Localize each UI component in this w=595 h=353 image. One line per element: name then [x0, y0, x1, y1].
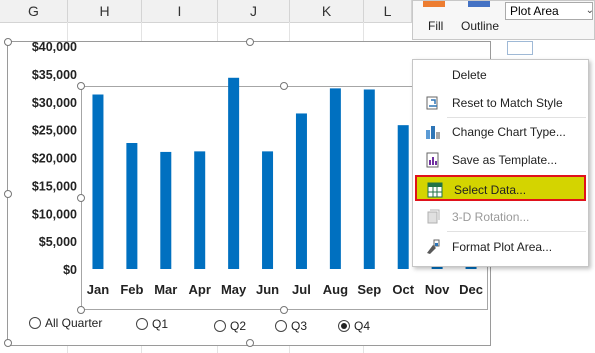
menu-item-label: Reset to Match Style	[452, 96, 563, 110]
radio-q2[interactable]: Q2	[214, 319, 246, 333]
menu-item-label: Format Plot Area...	[452, 240, 553, 254]
resize-handle[interactable]	[4, 190, 12, 198]
menu-item-format-plot-area[interactable]: Format Plot Area...	[415, 234, 586, 260]
menu-item-3d-rotation: 3-D Rotation...	[415, 204, 586, 230]
resize-handle[interactable]	[246, 339, 254, 347]
x-tick-label: Apr	[189, 282, 211, 297]
y-tick-label: $40,000	[32, 42, 77, 54]
context-menu: Delete Reset to Match Style Change Chart…	[412, 59, 589, 267]
reset-style-icon	[426, 96, 438, 110]
menu-separator	[447, 117, 586, 118]
radio-q4[interactable]: Q4	[338, 319, 370, 333]
menu-item-reset-style[interactable]: Reset to Match Style	[415, 90, 586, 116]
column-header-k[interactable]: K	[290, 0, 364, 22]
x-tick-label: Dec	[459, 282, 483, 297]
bar[interactable]	[329, 88, 341, 269]
y-tick-label: $30,000	[32, 96, 77, 110]
x-tick-label: Jun	[256, 282, 279, 297]
menu-item-change-chart-type[interactable]: Change Chart Type...	[415, 119, 586, 145]
column-header-h[interactable]: H	[68, 0, 142, 22]
radio-all-quarter[interactable]: All Quarter	[29, 316, 102, 330]
select-data-icon	[427, 182, 443, 198]
plot-handle[interactable]	[280, 306, 288, 314]
radio-button[interactable]	[136, 318, 148, 330]
radio-button-selected[interactable]	[338, 320, 350, 332]
chart-type-icon	[426, 126, 440, 139]
y-tick-label: $20,000	[32, 152, 77, 166]
chart-element-selector[interactable]: Plot Area ⌄	[505, 2, 594, 20]
plot-handle[interactable]	[77, 306, 85, 314]
column-header-g[interactable]: G	[0, 0, 68, 22]
chevron-down-icon[interactable]: ⌄	[586, 2, 594, 19]
column-header-i[interactable]: I	[142, 0, 218, 22]
menu-item-save-template[interactable]: Save as Template...	[415, 147, 586, 173]
x-tick-label: Sep	[357, 282, 381, 297]
resize-handle[interactable]	[246, 38, 254, 46]
menu-item-label: Save as Template...	[452, 153, 558, 167]
column-header-l[interactable]: L	[364, 0, 412, 22]
resize-handle[interactable]	[4, 339, 12, 347]
radio-button[interactable]	[29, 317, 41, 329]
format-ribbon: Fill Outline Plot Area ⌄	[412, 0, 595, 40]
x-tick-label: Oct	[392, 282, 414, 297]
menu-item-select-data[interactable]: Select Data...	[415, 175, 586, 201]
bar[interactable]	[262, 151, 274, 269]
fill-button[interactable]: Fill	[428, 19, 443, 33]
save-template-icon	[426, 152, 439, 168]
bar[interactable]	[363, 89, 375, 269]
y-tick-label: $0	[63, 263, 77, 277]
x-tick-label: Feb	[120, 282, 143, 297]
x-tick-label: Aug	[323, 282, 348, 297]
chart-elements-button[interactable]	[507, 41, 533, 55]
y-tick-label: $5,000	[39, 235, 77, 249]
y-tick-label: $15,000	[32, 179, 77, 193]
outline-button[interactable]: Outline	[461, 19, 499, 33]
menu-separator	[447, 231, 586, 232]
chart-element-value: Plot Area	[510, 4, 559, 18]
bar[interactable]	[397, 125, 409, 269]
resize-handle[interactable]	[4, 38, 12, 46]
menu-item-delete[interactable]: Delete	[415, 62, 586, 88]
bar[interactable]	[194, 151, 206, 269]
plot-handle[interactable]	[77, 194, 85, 202]
radio-button[interactable]	[275, 320, 287, 332]
bar[interactable]	[295, 113, 307, 270]
radio-q1[interactable]: Q1	[136, 317, 168, 331]
radio-label: Q4	[354, 319, 371, 333]
x-tick-label: Jan	[87, 282, 109, 297]
format-plot-area-icon	[427, 239, 440, 254]
shape-outline-icon[interactable]	[468, 1, 490, 7]
menu-item-label: Select Data...	[454, 183, 527, 197]
shape-fill-icon[interactable]	[423, 1, 445, 7]
column-header-j[interactable]: J	[218, 0, 290, 22]
radio-label: All Quarter	[45, 316, 103, 330]
menu-item-label: 3-D Rotation...	[452, 210, 530, 224]
menu-item-label: Delete	[452, 68, 487, 82]
radio-q3[interactable]: Q3	[275, 319, 307, 333]
plot-handle[interactable]	[280, 82, 288, 90]
radio-label: Q3	[291, 319, 308, 333]
bar[interactable]	[126, 143, 138, 269]
x-tick-label: May	[221, 282, 247, 297]
bar[interactable]	[92, 94, 104, 269]
y-tick-label: $35,000	[32, 68, 77, 82]
plot-handle[interactable]	[77, 82, 85, 90]
x-tick-label: Nov	[425, 282, 450, 297]
x-tick-label: Jul	[292, 282, 311, 297]
rotation-icon	[427, 209, 440, 224]
y-tick-label: $25,000	[32, 124, 77, 138]
menu-item-label: Change Chart Type...	[452, 125, 566, 139]
x-tick-label: Mar	[154, 282, 177, 297]
radio-label: Q2	[230, 319, 247, 333]
radio-button[interactable]	[214, 320, 226, 332]
bar[interactable]	[160, 151, 172, 269]
bar[interactable]	[228, 77, 240, 269]
y-tick-label: $10,000	[32, 207, 77, 221]
radio-label: Q1	[152, 317, 169, 331]
